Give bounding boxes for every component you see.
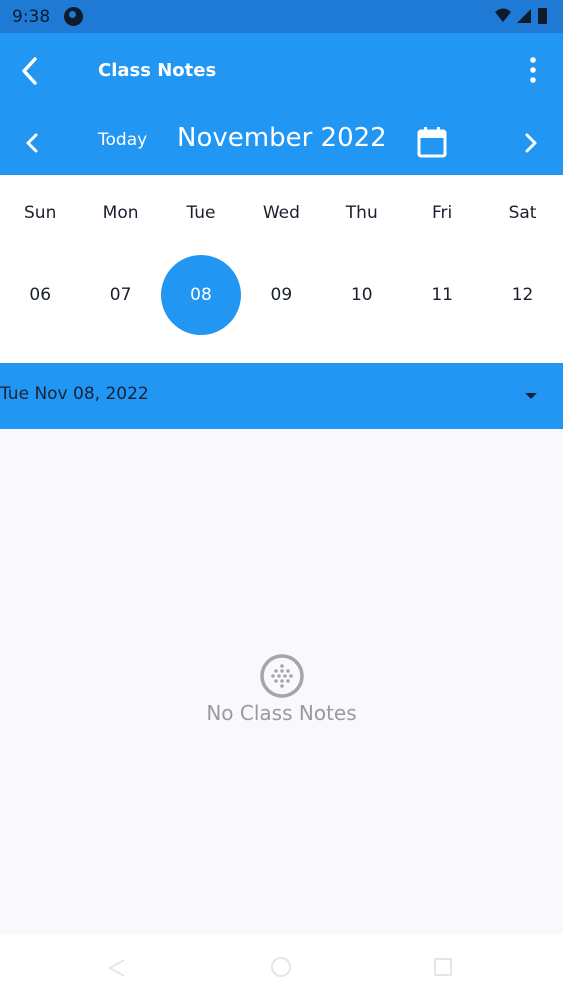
caret-down-icon [525,393,537,399]
date-number: 07 [109,285,132,305]
calendar-icon [417,127,447,158]
date-number: 11 [431,285,453,305]
date-cell-selected[interactable]: 08 [160,255,241,335]
notification-app-icon [64,7,83,26]
selected-date-dropdown[interactable]: Tue Nov 08, 2022 [0,363,563,429]
week-strip: Sun Mon Tue Wed Thu Fri Sat 06 07 08 09 … [0,175,563,363]
nav-back-icon[interactable] [104,956,128,980]
chevron-right-icon [525,133,537,153]
date-number: 09 [270,285,293,305]
wifi-icon [495,8,511,22]
more-vert-icon [530,57,536,83]
previous-week-button[interactable] [20,130,46,156]
dow-label: Fri [432,203,453,223]
back-button[interactable] [12,53,48,89]
status-icons [495,8,547,24]
dow-label: Sat [508,203,537,223]
date-cell[interactable]: 07 [80,255,160,335]
app-bar: Class Notes Today November 2022 [0,33,563,175]
date-number: 08 [160,255,241,335]
page-title: Class Notes [98,60,217,81]
dow-label: Sun [24,203,57,223]
month-year-label: November 2022 [177,123,387,153]
dow-label: Thu [345,203,378,223]
date-cell[interactable]: 11 [402,255,482,335]
signal-icon [517,9,531,23]
today-button[interactable]: Today [98,130,147,150]
date-cell[interactable]: 09 [241,255,321,335]
dow-label: Mon [102,203,139,223]
notes-content: No Class Notes [0,429,563,934]
chevron-left-icon [26,133,38,153]
dow-label: Tue [186,203,216,223]
date-number: 10 [350,285,373,305]
date-row: 06 07 08 09 10 11 12 [0,255,563,335]
next-week-button[interactable] [517,130,543,156]
nav-recents-icon[interactable] [432,956,454,978]
day-of-week-row: Sun Mon Tue Wed Thu Fri Sat [0,203,563,223]
date-cell[interactable]: 10 [322,255,402,335]
status-bar: 9:38 [0,0,563,33]
system-navigation-bar [0,934,563,1000]
back-arrow-icon [22,57,37,85]
date-number: 12 [511,285,534,305]
empty-notes-icon [260,654,304,698]
status-time: 9:38 [12,7,51,27]
empty-state-message: No Class Notes [206,701,357,725]
battery-icon [538,8,547,24]
selected-date-label: Tue Nov 08, 2022 [0,384,149,404]
date-cell[interactable]: 12 [482,255,562,335]
dow-label: Wed [262,203,300,223]
more-options-button[interactable] [521,55,545,85]
date-cell[interactable]: 06 [0,255,80,335]
date-number: 06 [29,285,52,305]
calendar-picker-button[interactable] [415,125,449,159]
nav-home-icon[interactable] [270,956,292,978]
